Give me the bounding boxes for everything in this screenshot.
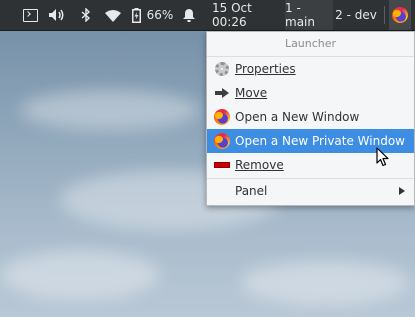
menu-item-label: Open a New Private Window <box>235 134 405 148</box>
battery-percent[interactable]: 66% <box>146 0 174 30</box>
panel-separator <box>384 6 385 24</box>
bell-icon[interactable] <box>182 0 196 30</box>
arrow-right-icon <box>215 88 229 98</box>
menu-item-label: Open a New Window <box>235 110 360 124</box>
menu-item-label: Move <box>235 86 268 100</box>
menu-item-properties[interactable]: Properties <box>207 57 414 81</box>
volume-icon[interactable] <box>48 0 66 30</box>
launcher-context-menu: Launcher Properties Move Open a New Wind… <box>206 31 415 206</box>
menu-title: Launcher <box>284 37 337 50</box>
submenu-arrow-icon <box>399 187 405 195</box>
terminal-icon[interactable] <box>22 0 38 30</box>
top-panel: 66% 15 Oct 00:26 1 - main 2 - dev <box>0 0 415 31</box>
menu-item-open-new-window[interactable]: Open a New Window <box>207 105 414 129</box>
clock[interactable]: 15 Oct 00:26 <box>212 0 284 30</box>
battery-icon[interactable] <box>130 0 142 30</box>
menu-item-label: Panel <box>235 184 268 198</box>
menu-item-panel[interactable]: Panel <box>207 179 414 203</box>
firefox-icon <box>214 133 230 149</box>
bluetooth-icon[interactable] <box>80 0 92 30</box>
menu-item-label: Remove <box>235 158 284 172</box>
wifi-icon[interactable] <box>104 0 122 30</box>
mouse-cursor-icon <box>376 147 389 167</box>
remove-icon <box>214 162 230 168</box>
gear-icon <box>215 62 229 76</box>
menu-item-move[interactable]: Move <box>207 81 414 105</box>
workspace-2-dev[interactable]: 2 - dev <box>333 0 379 30</box>
firefox-launcher[interactable] <box>389 0 411 30</box>
firefox-icon <box>392 7 408 23</box>
menu-item-label: Properties <box>235 62 296 76</box>
workspace-1-main[interactable]: 1 - main <box>285 0 333 30</box>
firefox-icon <box>214 109 230 125</box>
